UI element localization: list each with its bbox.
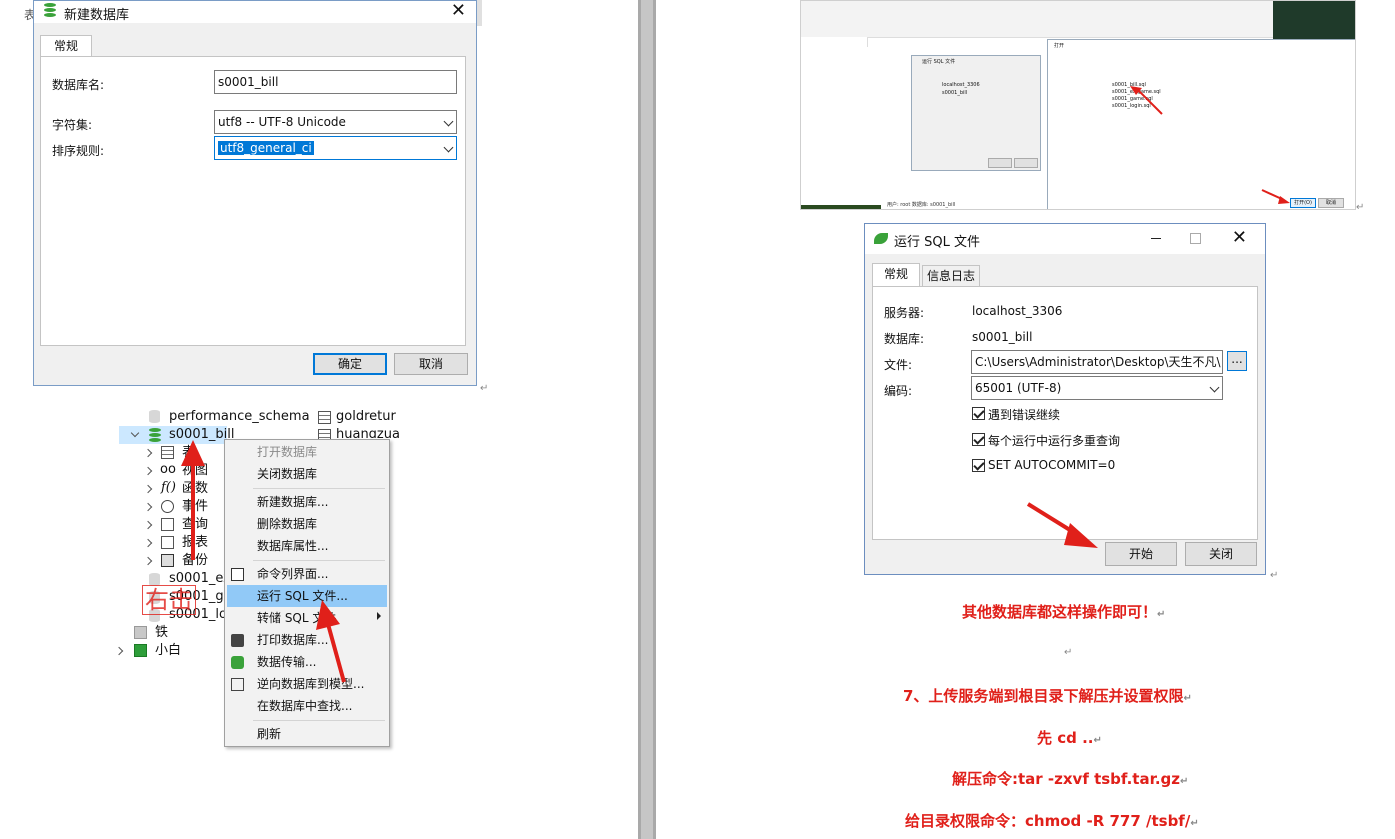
arrow-thumb-open: [1261, 189, 1290, 204]
red-arrows: [181, 86, 1290, 683]
arrow-to-s0001-bill: [181, 440, 205, 560]
arrow-to-run-sql: [316, 600, 346, 683]
arrow-to-start-button: [1026, 502, 1098, 548]
arrow-thumb-file: [1130, 86, 1163, 115]
